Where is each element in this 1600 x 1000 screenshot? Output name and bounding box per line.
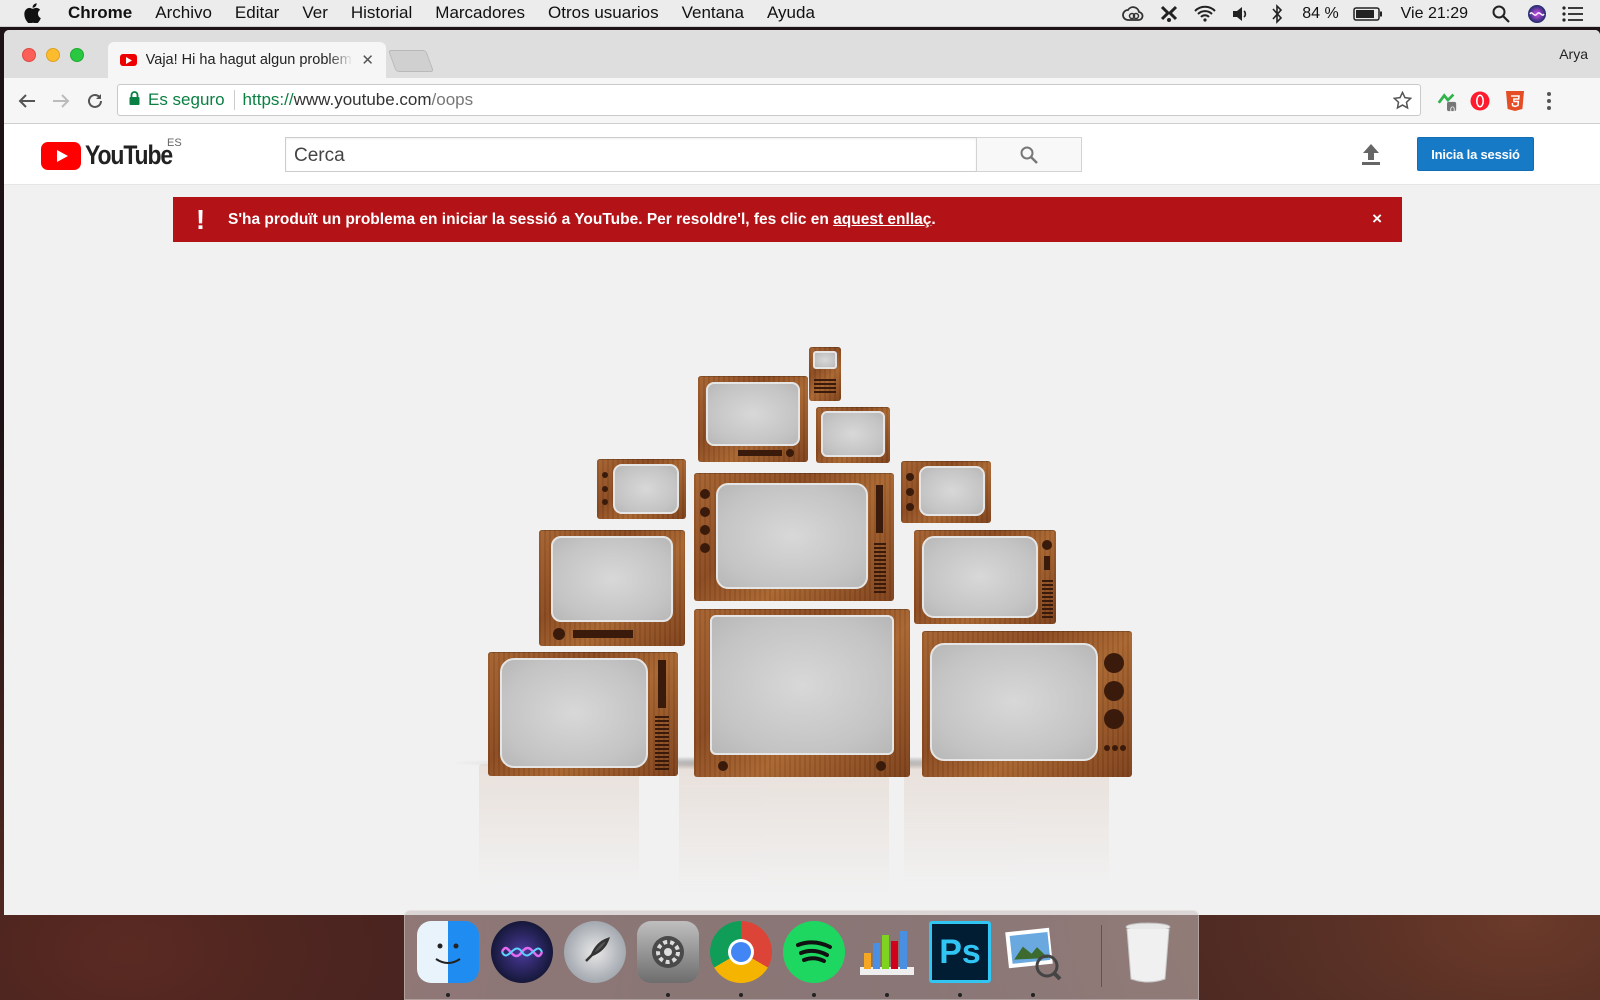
mac-menubar: Chrome Archivo Editar Ver Historial Marc…	[0, 0, 1600, 27]
notification-center-icon[interactable]	[1562, 4, 1584, 24]
menu-archivo[interactable]: Archivo	[155, 3, 212, 23]
bookmark-star-icon[interactable]	[1392, 90, 1413, 115]
photoshop-label: Ps	[939, 932, 981, 971]
spotify-icon[interactable]	[783, 921, 845, 983]
extension-badge: 0	[1450, 105, 1456, 115]
spotlight-icon[interactable]	[1490, 4, 1512, 24]
numbers-running-dot	[885, 993, 889, 997]
window-minimize-button[interactable]	[46, 48, 60, 62]
siri-dock-icon[interactable]	[491, 921, 553, 983]
tv-left-middle	[539, 530, 685, 646]
tab-title: Vaja! Hi ha hagut algun problema	[145, 52, 354, 68]
lock-icon[interactable]	[129, 90, 140, 110]
spotify-running-dot	[812, 993, 816, 997]
photoshop-icon[interactable]: Ps	[929, 921, 991, 983]
system-preferences-icon[interactable]	[637, 921, 699, 983]
menu-marcadores[interactable]: Marcadores	[435, 3, 525, 23]
menubar-status-area: 84 % Vie 21:29	[1122, 0, 1600, 27]
tv-bottom-right	[922, 631, 1132, 777]
numbers-icon[interactable]	[856, 921, 918, 983]
url-path: /oops	[431, 90, 474, 109]
trash-icon[interactable]	[1117, 921, 1179, 983]
tv-upper-right	[816, 407, 890, 463]
menubar-clock[interactable]: Vie 21:29	[1401, 5, 1468, 23]
tab-strip: Vaja! Hi ha hagut algun problema ✕ Arya	[4, 30, 1600, 78]
apple-menu-icon[interactable]	[24, 3, 46, 23]
system-preferences-running-dot	[666, 993, 670, 997]
url-scheme: https://	[242, 90, 294, 109]
menu-otros-usuarios[interactable]: Otros usuarios	[548, 3, 659, 23]
secure-label[interactable]: Es seguro	[148, 90, 235, 110]
tv-stack-illustration	[4, 124, 1600, 915]
browser-toolbar: Es seguro https://www.youtube.com/oops 0	[4, 78, 1600, 124]
finder-running-dot	[446, 993, 450, 997]
profile-name[interactable]: Arya	[1559, 46, 1588, 62]
tv-bottom-center	[694, 609, 910, 777]
menu-ver[interactable]: Ver	[302, 3, 328, 23]
new-tab-button[interactable]	[387, 50, 435, 72]
window-maximize-button[interactable]	[70, 48, 84, 62]
menu-editar[interactable]: Editar	[235, 3, 279, 23]
opera-icon[interactable]	[1469, 90, 1491, 112]
volume-icon[interactable]	[1230, 4, 1252, 24]
address-bar[interactable]: Es seguro https://www.youtube.com/oops	[117, 84, 1421, 116]
app-icon[interactable]	[1158, 4, 1180, 24]
tv-top-tiny	[809, 347, 841, 401]
bluetooth-icon[interactable]	[1266, 3, 1288, 24]
url-host: www.youtube.com	[293, 90, 432, 109]
html5-icon[interactable]	[1504, 90, 1526, 112]
url-text[interactable]: https://www.youtube.com/oops	[243, 90, 474, 110]
photoshop-running-dot	[958, 993, 962, 997]
battery-icon[interactable]	[1352, 4, 1383, 24]
preview-icon[interactable]	[1002, 921, 1064, 983]
tv-reflection	[474, 764, 1124, 894]
tv-mid-right-small	[901, 461, 991, 523]
reload-icon[interactable]	[84, 90, 106, 112]
tab-close-icon[interactable]: ✕	[361, 51, 374, 69]
launchpad-icon[interactable]	[564, 921, 626, 983]
tv-upper-left	[698, 376, 808, 462]
chrome-window: Vaja! Hi ha hagut algun problema ✕ Arya …	[4, 30, 1600, 915]
forward-arrow-icon[interactable]	[50, 90, 72, 112]
tv-right-middle	[914, 530, 1056, 624]
battery-percentage: 84 %	[1302, 4, 1339, 22]
tv-bottom-left	[488, 652, 678, 776]
menu-ventana[interactable]: Ventana	[682, 3, 744, 23]
chrome-menu-icon[interactable]	[1538, 90, 1560, 112]
window-close-button[interactable]	[22, 48, 36, 62]
menu-ayuda[interactable]: Ayuda	[767, 3, 815, 23]
menu-app-name[interactable]: Chrome	[68, 3, 132, 23]
siri-icon[interactable]	[1526, 4, 1548, 24]
tv-center-middle	[694, 473, 894, 601]
dock-separator	[1101, 925, 1102, 987]
chrome-running-dot	[739, 993, 743, 997]
finder-icon[interactable]	[417, 921, 479, 983]
menu-historial[interactable]: Historial	[351, 3, 412, 23]
back-arrow-icon[interactable]	[16, 90, 38, 112]
creative-cloud-icon[interactable]	[1122, 4, 1144, 24]
wifi-icon[interactable]	[1194, 4, 1216, 24]
preview-running-dot	[1031, 993, 1035, 997]
youtube-favicon-icon	[120, 54, 137, 66]
mac-dock: Ps	[404, 910, 1199, 1000]
tv-mid-left-small	[597, 459, 686, 519]
chrome-dock-icon[interactable]	[710, 921, 772, 983]
tab-youtube-oops[interactable]: Vaja! Hi ha hagut algun problema ✕	[108, 42, 386, 78]
youtube-page: YouTube ES Cerca Inicia la sessió ! S'ha…	[4, 124, 1600, 915]
